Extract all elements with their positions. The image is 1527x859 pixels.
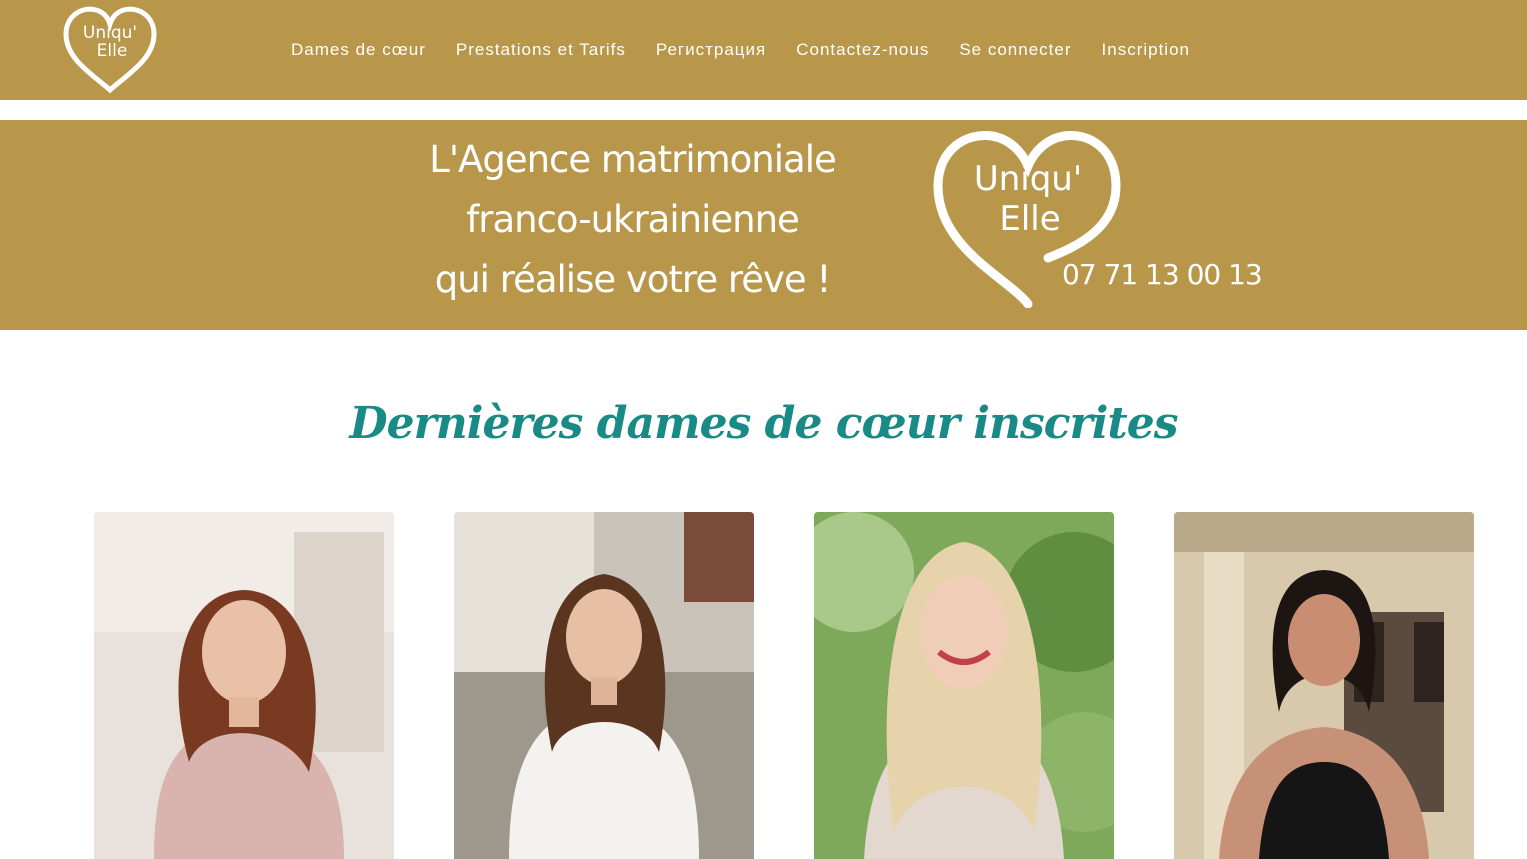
woman-white-top-photo	[454, 512, 754, 859]
top-navbar: Uniqu' Elle Dames de cœur Prestations et…	[0, 0, 1527, 100]
nav-dames-de-coeur[interactable]: Dames de cœur	[276, 38, 441, 62]
banner-tagline: L'Agence matrimoniale franco-ukrainienne…	[400, 130, 865, 310]
woman-blonde-smiling-photo	[814, 512, 1114, 859]
banner-logo-text-line2: Elle	[999, 199, 1060, 239]
woman-pink-dress-photo	[94, 512, 394, 859]
banner-line-1: L'Agence matrimoniale	[429, 138, 837, 181]
profile-card[interactable]	[1174, 512, 1474, 859]
nav-login[interactable]: Se connecter	[944, 38, 1086, 62]
nav-signup[interactable]: Inscription	[1087, 38, 1205, 62]
site-logo[interactable]: Uniqu' Elle	[62, 4, 158, 96]
profile-card[interactable]	[454, 512, 754, 859]
nav-contact[interactable]: Contactez-nous	[781, 38, 944, 62]
banner-line-2: franco-ukrainienne	[466, 198, 800, 241]
banner-logo-text-line1: Uniqu'	[974, 159, 1082, 199]
profile-card[interactable]	[814, 512, 1114, 859]
section-title: Dernières dames de cœur inscrites	[349, 398, 1178, 449]
logo-text-line1: Uniqu'	[83, 23, 137, 43]
logo-text-line2: Elle	[97, 41, 128, 61]
woman-black-top-photo	[1174, 512, 1474, 859]
phone-number[interactable]: 07 71 13 00 13	[1062, 258, 1263, 291]
hero-banner: L'Agence matrimoniale franco-ukrainienne…	[0, 120, 1527, 330]
heart-logo-icon: Uniqu' Elle	[63, 6, 157, 94]
main-nav: Dames de cœur Prestations et Tarifs Реги…	[276, 38, 1205, 62]
profile-card[interactable]	[94, 512, 394, 859]
nav-registration-ru[interactable]: Регистрация	[641, 38, 781, 62]
nav-prestations-tarifs[interactable]: Prestations et Tarifs	[441, 38, 641, 62]
banner-line-3: qui réalise votre rêve !	[434, 258, 832, 301]
